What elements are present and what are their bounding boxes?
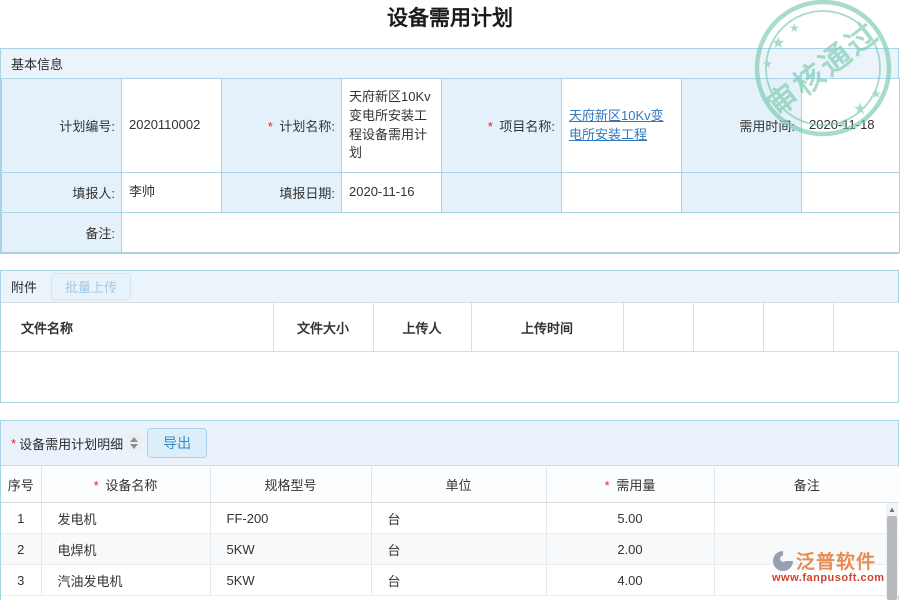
basic-info-table: 计划编号: 2020110002 * 计划名称: 天府新区10Kv变电所安装工程… [1,78,900,253]
cell-required-qty: 2.00 [546,534,714,565]
reporter-value: 李帅 [122,173,222,213]
required-icon: * [488,119,493,134]
required-icon: * [94,478,99,493]
cell-seq: 3 [1,565,41,596]
col-upload-time: 上传时间 [471,303,623,352]
col-remark: 备注 [714,466,899,503]
empty-value-cell [562,173,682,213]
page: 设备需用计划 基本信息 计划编号: 2020110002 * 计划名称: 天府新… [0,0,900,600]
need-time-label: 需用时间: [682,79,802,173]
col-equipment-name: * 设备名称 [41,466,210,503]
detail-table: 序号 * 设备名称 规格型号 单位 * 需用量 备注 1 发电机 FF-200 … [1,465,899,596]
empty-value-cell [802,173,900,213]
detail-title: 设备需用计划明细 [19,434,123,453]
empty-label-cell [442,173,562,213]
remark-value [122,213,900,253]
project-link[interactable]: 天府新区10Kv变电所安装工程 [569,108,664,142]
col-file-name: 文件名称 [1,303,273,352]
scroll-up-icon[interactable]: ▲ [886,503,898,515]
basic-info-header: 基本信息 [1,49,898,78]
batch-upload-button[interactable]: 批量上传 [51,273,131,300]
empty-label-cell [682,173,802,213]
cell-unit: 台 [371,565,546,596]
export-button[interactable]: 导出 [147,428,207,458]
attachments-table: 文件名称 文件大小 上传人 上传时间 [1,302,899,352]
remark-label: 备注: [2,213,122,253]
col-unit: 单位 [371,466,546,503]
col-empty [763,303,833,352]
cell-required-qty: 5.00 [546,503,714,534]
cell-remark [714,503,899,534]
cell-spec-model: 5KW [210,565,371,596]
col-empty [833,303,899,352]
table-row: 1 发电机 FF-200 台 5.00 [1,503,899,534]
report-date-value: 2020-11-16 [342,173,442,213]
vendor-name: 泛普软件 [796,547,876,574]
col-empty [623,303,693,352]
col-file-size: 文件大小 [273,303,373,352]
required-icon: * [605,478,610,493]
detail-header-row: 序号 * 设备名称 规格型号 单位 * 需用量 备注 [1,466,899,503]
col-spec-model: 规格型号 [210,466,371,503]
table-row: 2 电焊机 5KW 台 2.00 [1,534,899,565]
cell-spec-model: 5KW [210,534,371,565]
detail-section: * 设备需用计划明细 导出 序号 * 设备名称 规格型号 单位 * 需用量 备注 [0,420,899,600]
project-name-value: 天府新区10Kv变电所安装工程 [562,79,682,173]
attachments-section: 附件 批量上传 文件名称 文件大小 上传人 上传时间 [0,270,899,403]
required-icon: * [268,119,273,134]
attachments-title: 附件 [11,277,37,296]
plan-name-label: * 计划名称: [222,79,342,173]
vendor-url: www.fanpusoft.com [772,572,894,584]
basic-info-title: 基本信息 [11,54,63,73]
plan-name-value: 天府新区10Kv变电所安装工程设备需用计划 [342,79,442,173]
cell-equipment-name: 汽油发电机 [41,565,210,596]
cell-spec-model: FF-200 [210,503,371,534]
cell-required-qty: 4.00 [546,565,714,596]
col-required-qty: * 需用量 [546,466,714,503]
col-empty [693,303,763,352]
need-time-value: 2020-11-18 [802,79,900,173]
plan-no-value: 2020110002 [122,79,222,173]
cell-equipment-name: 电焊机 [41,534,210,565]
vendor-watermark: 泛普软件 www.fanpusoft.com [772,547,894,584]
plan-no-label: 计划编号: [2,79,122,173]
detail-header: * 设备需用计划明细 导出 [1,421,898,465]
cell-seq: 1 [1,503,41,534]
reporter-label: 填报人: [2,173,122,213]
col-uploader: 上传人 [373,303,471,352]
cell-seq: 2 [1,534,41,565]
table-row: 3 汽油发电机 5KW 台 4.00 [1,565,899,596]
fanpu-logo-icon [772,550,794,572]
attachments-header: 附件 批量上传 [1,271,898,302]
cell-unit: 台 [371,534,546,565]
required-icon: * [11,436,16,451]
cell-equipment-name: 发电机 [41,503,210,534]
report-date-label: 填报日期: [222,173,342,213]
col-seq: 序号 [1,466,41,503]
cell-unit: 台 [371,503,546,534]
page-title: 设备需用计划 [0,2,900,32]
basic-info-section: 基本信息 计划编号: 2020110002 * 计划名称: 天府新区10Kv变电… [0,48,899,254]
project-name-label: * 项目名称: [442,79,562,173]
sort-icon[interactable] [127,434,141,452]
